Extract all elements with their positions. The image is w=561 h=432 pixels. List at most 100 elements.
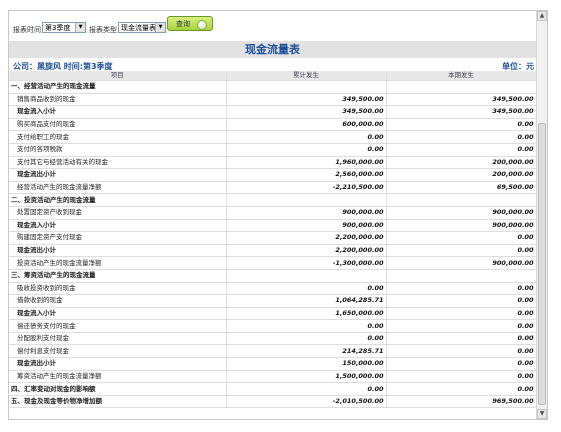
type-select-value: 现金流量表 [121, 24, 156, 32]
column-header: 项目 [9, 71, 227, 81]
table-row: 现金流入小计 900,000.00 900,000.00 [9, 219, 537, 233]
scroll-down-icon[interactable]: ▼ [537, 409, 547, 419]
table-row: 现金流入小计 1,650,000.00 0.00 [9, 307, 537, 321]
table-row: 支付的各项税款 0.00 0.00 [9, 143, 537, 157]
type-label: 报表类型 [89, 26, 117, 34]
current-period-value: 349,500.00 [386, 93, 537, 107]
table-row: 分配股利支付现金 0.00 0.00 [9, 332, 537, 346]
cumulative-value: 0.00 [226, 319, 387, 333]
table-row: 现金流出小计 150,000.00 0.00 [9, 357, 537, 371]
cumulative-value: 0.00 [226, 282, 387, 296]
table-row: 购建固定资产支付现金 2,200,000.00 0.00 [9, 231, 537, 245]
cumulative-value: 0.00 [226, 332, 387, 346]
scrollbar-thumb[interactable] [538, 123, 546, 405]
table-row: 现金流出小计 2,560,000.00 200,000.00 [9, 168, 537, 182]
period-select[interactable]: 第3季度 ▼ [42, 22, 86, 33]
cumulative-value: 2,560,000.00 [226, 168, 387, 182]
row-label: 现金流入小计 [9, 307, 227, 321]
row-label: 借款收到的现金 [9, 294, 227, 308]
current-period-value: 0.00 [386, 231, 537, 245]
type-select[interactable]: 现金流量表 ▼ [118, 22, 166, 33]
table-row: 四、汇率变动对现金的影响额 0.00 0.00 [9, 382, 537, 396]
current-period-value: 200,000.00 [386, 168, 537, 182]
row-label: 购建固定资产支付现金 [9, 231, 227, 245]
cumulative-value: 0.00 [226, 382, 387, 396]
row-label: 现金流入小计 [9, 219, 227, 233]
report-title: 现金流量表 [9, 41, 536, 58]
current-period-value [386, 269, 537, 283]
table-row: 吸收投资收到的现金 0.00 0.00 [9, 282, 537, 296]
cumulative-value: 1,960,000.00 [226, 156, 387, 170]
cumulative-value: -2,210,500.00 [226, 181, 387, 195]
cashflow-table: 项目 累计发生 本期发生 一、经营活动产生的现金流量 销售商品收到的现金 349,5… [9, 71, 537, 409]
table-row: 五、现金及现金等价物净增加额 -2,010,500.00 969,500.00 [9, 395, 537, 409]
period-label: 报表时间 [13, 26, 41, 34]
row-label: 投资活动产生的现金流量净额 [9, 256, 227, 270]
cumulative-value: 1,500,000.00 [226, 370, 387, 384]
current-period-value: 69,500.00 [386, 181, 537, 195]
row-label: 三、筹资活动产生的现金流量 [9, 269, 227, 283]
cumulative-value [226, 80, 387, 94]
row-label: 现金流入小计 [9, 105, 227, 119]
table-row: 偿付利息支付现金 214,285.71 0.00 [9, 344, 537, 359]
cumulative-value: 0.00 [226, 143, 387, 157]
table-row: 购买商品支付的现金 600,000.00 0.00 [9, 118, 537, 132]
cumulative-value: 2,200,000.00 [226, 231, 387, 245]
current-period-value: 0.00 [386, 130, 537, 144]
row-label: 一、经营活动产生的现金流量 [9, 80, 227, 94]
cumulative-value: 600,000.00 [226, 118, 387, 132]
cumulative-value: 349,500.00 [226, 93, 387, 107]
table-row: 经营活动产生的现金流量净额 -2,210,500.00 69,500.00 [9, 181, 537, 195]
cumulative-value: -1,300,000.00 [226, 256, 387, 270]
current-period-value: 0.00 [386, 118, 537, 132]
current-period-value: 900,000.00 [386, 206, 537, 220]
table-row: 三、筹资活动产生的现金流量 [9, 269, 537, 283]
table-header-row: 项目 累计发生 本期发生 [9, 71, 537, 81]
row-label: 支付给职工的现金 [9, 130, 227, 144]
cumulative-value: 214,285.71 [226, 344, 387, 359]
current-period-value: 0.00 [386, 282, 537, 296]
current-period-value: 0.00 [386, 357, 537, 371]
cumulative-value: 1,064,285.71 [226, 294, 387, 308]
chevron-down-icon[interactable]: ▼ [75, 23, 85, 32]
current-period-value [386, 80, 537, 94]
table-row: 投资活动产生的现金流量净额 -1,300,000.00 900,000.00 [9, 256, 537, 270]
row-label: 偿还债务支付的现金 [9, 319, 227, 333]
table-row: 偿还债务支付的现金 0.00 0.00 [9, 319, 537, 333]
table-row: 筹资活动产生的现金流量净额 1,500,000.00 0.00 [9, 370, 537, 384]
current-period-value: 0.00 [386, 294, 537, 308]
scroll-up-icon[interactable]: ▲ [537, 11, 547, 21]
search-go-icon [197, 20, 207, 30]
table-row: 一、经营活动产生的现金流量 [9, 80, 537, 94]
row-label: 支付的各项税款 [9, 143, 227, 157]
cumulative-value: 900,000.00 [226, 206, 387, 220]
period-select-value: 第3季度 [45, 24, 71, 32]
cumulative-value: 0.00 [226, 130, 387, 144]
cumulative-value: 1,650,000.00 [226, 307, 387, 321]
column-header: 累计发生 [226, 71, 387, 81]
chevron-down-icon[interactable]: ▼ [155, 23, 165, 32]
current-period-value: 900,000.00 [386, 219, 537, 233]
cumulative-value: -2,010,500.00 [226, 395, 387, 409]
row-label: 经营活动产生的现金流量净额 [9, 181, 227, 195]
current-period-value: 0.00 [386, 382, 537, 396]
current-period-value: 200,000.00 [386, 156, 537, 170]
current-period-value: 0.00 [386, 319, 537, 333]
current-period-value: 0.00 [386, 370, 537, 384]
query-button[interactable]: 查询 [167, 16, 213, 31]
column-header: 本期发生 [386, 71, 537, 81]
row-label: 支付其它与经营活动有关的现金 [9, 156, 227, 170]
vertical-scrollbar[interactable]: ▲ ▼ [536, 11, 547, 419]
current-period-value: 969,500.00 [386, 395, 537, 409]
table-row: 现金流入小计 349,500.00 349,500.00 [9, 105, 537, 119]
cumulative-value: 2,200,000.00 [226, 244, 387, 258]
row-label: 处置固定资产收到现金 [9, 206, 227, 220]
report-frame: 报表时间 第3季度 ▼ 报表类型 现金流量表 ▼ 查询 现金流量表 公司：黑旋风… [8, 10, 548, 420]
table-row: 现金流出小计 2,200,000.00 0.00 [9, 244, 537, 258]
row-label: 现金流出小计 [9, 244, 227, 258]
current-period-value: 0.00 [386, 332, 537, 346]
row-label: 现金流出小计 [9, 357, 227, 371]
toolbar: 报表时间 第3季度 ▼ 报表类型 现金流量表 ▼ 查询 [9, 11, 547, 38]
cumulative-value: 900,000.00 [226, 219, 387, 233]
report-content: 现金流量表 公司：黑旋风 时间:第3季度 单位：元 项目 累计发生 本期发生 一… [9, 41, 537, 419]
